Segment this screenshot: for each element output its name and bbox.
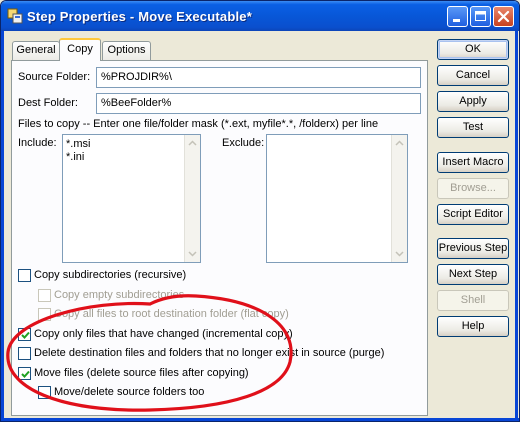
include-scrollbar[interactable] bbox=[184, 135, 200, 262]
cancel-button[interactable]: Cancel bbox=[437, 65, 509, 86]
move-source-folders-label: Move/delete source folders too bbox=[54, 386, 205, 398]
files-to-copy-hint: Files to copy -- Enter one file/folder m… bbox=[18, 118, 379, 130]
script-editor-button[interactable]: Script Editor bbox=[437, 204, 509, 225]
app-icon bbox=[7, 8, 23, 24]
scroll-up-icon[interactable] bbox=[185, 136, 200, 151]
browse-button[interactable]: Browse... bbox=[437, 178, 509, 199]
checkmark-icon bbox=[21, 370, 30, 378]
scroll-down-icon[interactable] bbox=[185, 246, 200, 261]
flat-copy-label: Copy all files to root destination folde… bbox=[54, 308, 289, 320]
copy-subdirectories-checkbox[interactable] bbox=[18, 269, 31, 282]
window-title: Step Properties - Move Executable* bbox=[27, 9, 252, 24]
tab-general[interactable]: General bbox=[12, 41, 60, 60]
copy-empty-subdirectories-label: Copy empty subdirectories bbox=[54, 289, 185, 301]
source-folder-input[interactable]: %PROJDIR%\ bbox=[96, 67, 421, 88]
shell-button[interactable]: Shell bbox=[437, 290, 509, 311]
window-frame-right bbox=[515, 31, 518, 421]
minimize-icon bbox=[453, 19, 460, 22]
window-frame-left bbox=[1, 31, 4, 421]
apply-button[interactable]: Apply bbox=[437, 91, 509, 112]
maximize-icon bbox=[475, 11, 486, 21]
copy-empty-subdirectories-checkbox[interactable] bbox=[38, 289, 51, 302]
include-item[interactable]: *.msi bbox=[66, 138, 90, 151]
step-properties-dialog: Step Properties - Move Executable* Gener… bbox=[0, 0, 520, 422]
move-source-folders-checkbox[interactable] bbox=[38, 386, 51, 399]
source-folder-label: Source Folder: bbox=[18, 71, 91, 83]
scroll-up-icon[interactable] bbox=[392, 136, 407, 151]
title-bar[interactable]: Step Properties - Move Executable* bbox=[1, 1, 519, 31]
test-button[interactable]: Test bbox=[437, 117, 509, 138]
purge-checkbox[interactable] bbox=[18, 347, 31, 360]
incremental-copy-checkbox[interactable] bbox=[18, 328, 31, 341]
include-listbox[interactable]: *.msi *.ini bbox=[62, 134, 201, 263]
exclude-label: Exclude: bbox=[222, 137, 265, 149]
move-files-checkbox[interactable] bbox=[18, 367, 31, 380]
exclude-scrollbar[interactable] bbox=[391, 135, 407, 262]
purge-label: Delete destination files and folders tha… bbox=[34, 347, 385, 359]
exclude-listbox[interactable] bbox=[266, 134, 408, 263]
maximize-button[interactable] bbox=[470, 6, 491, 27]
flat-copy-checkbox[interactable] bbox=[38, 308, 51, 321]
include-item[interactable]: *.ini bbox=[66, 151, 90, 164]
next-step-button[interactable]: Next Step bbox=[437, 264, 509, 285]
scroll-down-icon[interactable] bbox=[392, 246, 407, 261]
copy-subdirectories-label: Copy subdirectories (recursive) bbox=[34, 269, 187, 281]
checkmark-icon bbox=[21, 331, 30, 339]
move-files-label: Move files (delete source files after co… bbox=[34, 367, 249, 379]
previous-step-button[interactable]: Previous Step bbox=[437, 238, 509, 259]
close-button[interactable] bbox=[493, 6, 514, 27]
close-icon bbox=[497, 10, 510, 23]
include-label: Include: bbox=[18, 137, 57, 149]
insert-macro-button[interactable]: Insert Macro bbox=[437, 152, 509, 173]
window-frame-bottom bbox=[1, 418, 519, 421]
tab-copy[interactable]: Copy bbox=[59, 38, 101, 61]
tab-options[interactable]: Options bbox=[102, 41, 151, 60]
minimize-button[interactable] bbox=[447, 6, 468, 27]
ok-button[interactable]: OK bbox=[437, 39, 509, 60]
dest-folder-label: Dest Folder: bbox=[18, 97, 78, 109]
incremental-copy-label: Copy only files that have changed (incre… bbox=[34, 328, 293, 340]
dest-folder-input[interactable]: %BeeFolder% bbox=[96, 93, 421, 114]
help-button[interactable]: Help bbox=[437, 316, 509, 337]
